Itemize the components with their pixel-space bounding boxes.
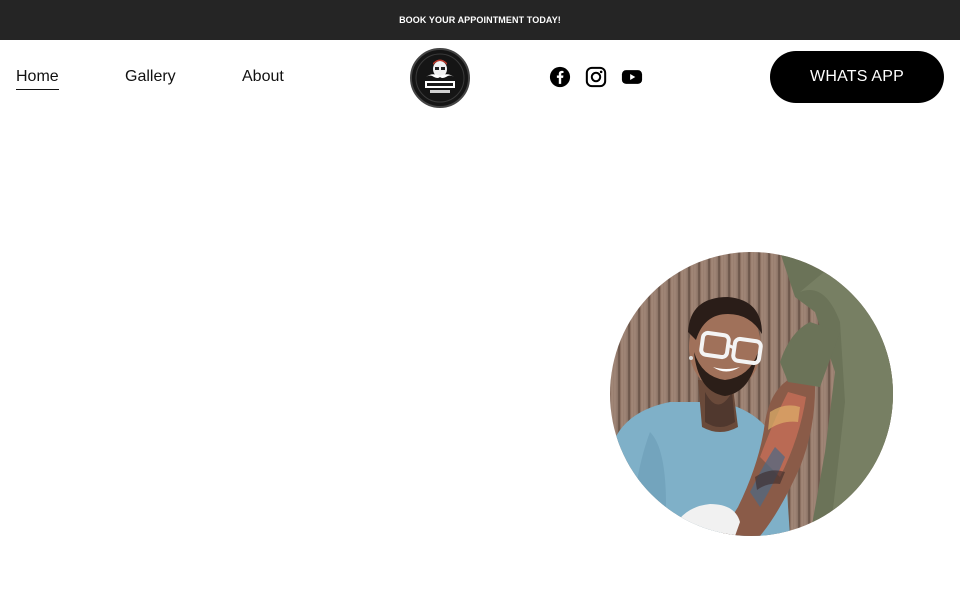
site-logo[interactable] [410,48,470,108]
hero-photo [610,252,893,536]
announcement-bar: BOOK YOUR APPOINTMENT TODAY! [0,0,960,40]
instagram-icon[interactable] [585,66,607,88]
site-header: Home Gallery About WHATS APP [0,40,960,116]
whatsapp-button[interactable]: WHATS APP [770,51,944,103]
facebook-icon[interactable] [549,66,571,88]
youtube-icon[interactable] [621,66,643,88]
nav-item-about[interactable]: About [242,67,284,87]
announcement-text: BOOK YOUR APPOINTMENT TODAY! [399,15,561,25]
mustache-logo-icon [412,50,468,106]
nav-item-home[interactable]: Home [16,67,59,90]
nav-item-gallery[interactable]: Gallery [125,67,176,87]
